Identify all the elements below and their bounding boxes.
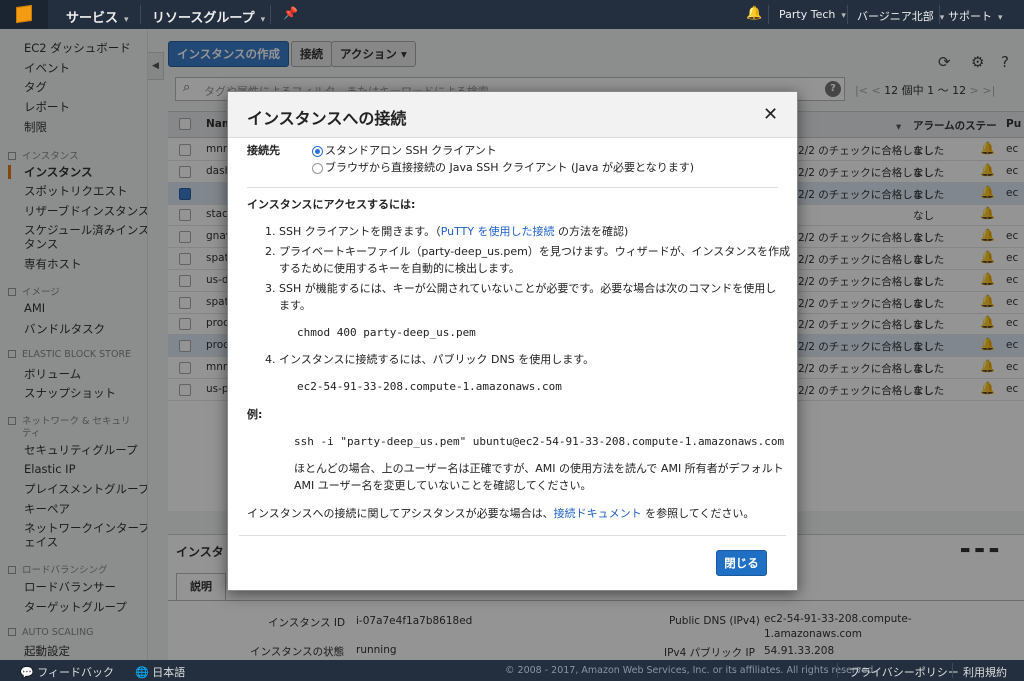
bell-icon[interactable]: 🔔 bbox=[746, 6, 762, 21]
chevron-down-icon: ▾ bbox=[260, 15, 266, 25]
step-1: 1. SSH クライアントを開きます。（PuTTY を使用した接続 の方法を確認… bbox=[265, 224, 628, 240]
ssh-command: ssh -i "party-deep_us.pem" ubuntu@ec2-54… bbox=[294, 435, 785, 448]
top-nav: サービス ▾ リソースグループ ▾ 📌 🔔 Party Tech ▾ バージニア北部 ▾… bbox=[0, 0, 1024, 29]
connect-method-label: 接続先 bbox=[247, 144, 280, 157]
modal-header: インスタンスへの接続 ✕ bbox=[228, 92, 797, 138]
close-icon[interactable]: ✕ bbox=[763, 104, 778, 125]
public-dns: ec2-54-91-33-208.compute-1.amazonaws.com bbox=[297, 380, 562, 393]
nav-divider bbox=[847, 5, 848, 24]
chmod-command: chmod 400 party-deep_us.pem bbox=[297, 326, 476, 339]
nav-divider bbox=[140, 5, 141, 24]
feedback-label: フィードバック bbox=[37, 666, 114, 679]
connect-modal: インスタンスへの接続 ✕ 接続先 スタンドアロン SSH クライアント ブラウザ… bbox=[227, 91, 798, 591]
region-label: バージニア北部 bbox=[857, 10, 934, 23]
note-line-2: AMI ユーザー名を変更していないことを確認してください。 bbox=[294, 479, 592, 492]
radio-standalone-ssh[interactable] bbox=[312, 146, 323, 157]
step-3-line-1: 3. SSH が機能するには、キーが公開されていないことが必要です。必要な場合は… bbox=[265, 282, 777, 295]
access-heading: インスタンスにアクセスするには: bbox=[247, 198, 416, 211]
language-label: 日本語 bbox=[152, 666, 186, 679]
speech-bubble-icon: 💬 bbox=[20, 666, 34, 679]
services-label: サービス bbox=[66, 11, 119, 26]
step-1-suffix: の方法を確認) bbox=[554, 225, 629, 238]
language-selector[interactable]: 🌐 日本語 bbox=[135, 664, 185, 680]
nav-divider bbox=[768, 5, 769, 24]
putty-link[interactable]: PuTTY を使用した接続 bbox=[441, 225, 555, 238]
footer-divider bbox=[837, 663, 838, 678]
footer-divider bbox=[952, 663, 953, 678]
privacy-policy-link[interactable]: プライバシーポリシー bbox=[849, 664, 959, 680]
option-browser-label[interactable]: ブラウザから直接接続の Java SSH クライアント (Java が必要となり… bbox=[325, 160, 694, 176]
step-1-text: 1. SSH クライアントを開きます。（ bbox=[265, 225, 441, 238]
example-label: 例: bbox=[247, 408, 263, 421]
chevron-down-icon: ▾ bbox=[841, 11, 846, 21]
nav-divider bbox=[270, 5, 271, 24]
assistance-suffix: を参照してください。 bbox=[641, 507, 755, 520]
resource-groups-label: リソースグループ bbox=[152, 11, 255, 26]
assistance-prefix: インスタンスへの接続に関してアシスタンスが必要な場合は、 bbox=[247, 507, 554, 520]
option-standalone-label[interactable]: スタンドアロン SSH クライアント bbox=[325, 143, 497, 159]
services-menu[interactable]: サービス ▾ bbox=[66, 7, 129, 26]
divider bbox=[247, 187, 778, 188]
account-menu[interactable]: Party Tech ▾ bbox=[779, 8, 846, 21]
chevron-down-icon: ▾ bbox=[124, 15, 129, 25]
support-label: サポート bbox=[948, 10, 992, 23]
step-2-line-1: 2. プライベートキーファイル（party-deep_us.pem）を見つけます… bbox=[265, 245, 791, 258]
copyright: © 2008 - 2017, Amazon Web Services, Inc.… bbox=[505, 665, 877, 676]
step-3-line-2: ます。 bbox=[279, 299, 311, 312]
resource-groups-menu[interactable]: リソースグループ ▾ bbox=[152, 7, 265, 26]
footer: 💬 フィードバック 🌐 日本語 © 2008 - 2017, Amazon We… bbox=[0, 660, 1024, 681]
step-2-line-2: するために使用するキーを自動的に検出します。 bbox=[279, 262, 520, 275]
assistance-text: インスタンスへの接続に関してアシスタンスが必要な場合は、接続ドキュメント を参照… bbox=[247, 506, 754, 522]
support-menu[interactable]: サポート ▾ bbox=[948, 8, 1003, 24]
footer-divider bbox=[239, 535, 786, 536]
aws-logo[interactable] bbox=[0, 0, 48, 29]
aws-cube-icon bbox=[16, 4, 32, 24]
close-button[interactable]: 閉じる bbox=[716, 550, 767, 576]
chevron-down-icon: ▾ bbox=[998, 13, 1003, 23]
terms-link[interactable]: 利用規約 bbox=[963, 664, 1007, 680]
connect-docs-link[interactable]: 接続ドキュメント bbox=[554, 507, 642, 520]
modal-title: インスタンスへの接続 bbox=[247, 109, 407, 128]
account-label: Party Tech bbox=[779, 8, 836, 21]
nav-divider bbox=[939, 5, 940, 24]
step-4: 4. インスタンスに接続するには、パブリック DNS を使用します。 bbox=[265, 353, 595, 366]
globe-icon: 🌐 bbox=[135, 666, 149, 679]
chevron-down-icon: ▾ bbox=[939, 13, 945, 23]
radio-java-ssh[interactable] bbox=[312, 163, 323, 174]
feedback-link[interactable]: 💬 フィードバック bbox=[20, 664, 114, 680]
note-line-1: ほとんどの場合、上のユーザー名は正確ですが、AMI の使用方法を読んで AMI … bbox=[294, 462, 784, 475]
region-menu[interactable]: バージニア北部 ▾ bbox=[857, 8, 944, 24]
pin-icon[interactable]: 📌 bbox=[283, 6, 298, 20]
